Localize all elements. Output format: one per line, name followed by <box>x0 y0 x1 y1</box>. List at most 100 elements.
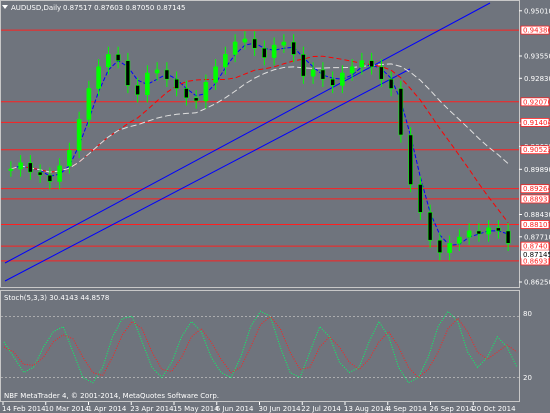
candle-body[interactable] <box>18 162 23 170</box>
level-badge-label: 0.92070 <box>523 98 550 106</box>
candle-body[interactable] <box>427 212 433 241</box>
candle-body[interactable] <box>8 168 14 171</box>
candle-body[interactable] <box>67 150 72 167</box>
candle-body[interactable] <box>310 69 316 77</box>
candle-body[interactable] <box>379 66 384 80</box>
stoch-label: Stoch(5,3,3) 30.4143 44.8578 <box>4 294 109 302</box>
symbol-info: AUDUSD,Daily <box>11 4 61 12</box>
stoch-level-80: 80 <box>523 310 532 318</box>
candle-body[interactable] <box>320 69 326 80</box>
candle-body[interactable] <box>47 174 53 182</box>
ma-fast-line[interactable] <box>10 42 509 246</box>
price-tick-label: 0.89890 <box>524 166 550 174</box>
candle-body[interactable] <box>252 38 257 49</box>
candle-body[interactable] <box>418 184 423 213</box>
candle-body[interactable] <box>271 44 277 58</box>
candle-body[interactable] <box>349 66 355 74</box>
level-badge-label: 0.89264 <box>523 185 550 193</box>
chart-window[interactable]: AUDUSD,Daily 0.87517 0.87603 0.87050 0.8… <box>0 0 550 413</box>
candle-body[interactable] <box>398 88 404 136</box>
stoch-panel-frame <box>0 290 520 402</box>
candle-body[interactable] <box>125 60 131 86</box>
candle-body[interactable] <box>242 38 248 43</box>
moving-averages <box>10 42 509 246</box>
time-tick-label: 15 May 2014 <box>173 405 219 413</box>
price-tick-label: 0.92830 <box>524 75 550 83</box>
candle-body[interactable] <box>505 230 511 244</box>
candle-body[interactable] <box>135 85 140 95</box>
candle-body[interactable] <box>57 165 62 182</box>
candle-body[interactable] <box>369 60 374 68</box>
time-tick-label: 20 Oct 2014 <box>472 405 516 413</box>
time-tick-label: 30 Jun 2014 <box>259 405 302 413</box>
candle-body[interactable] <box>476 230 482 235</box>
candle-body[interactable] <box>203 82 209 102</box>
time-tick-label: 26 Sep 2014 <box>430 405 475 413</box>
candle-body[interactable] <box>496 227 501 232</box>
stoch-level-20: 20 <box>523 374 532 382</box>
candle-body[interactable] <box>96 66 101 89</box>
candle-body[interactable] <box>330 78 335 86</box>
price-tick-label: 0.88430 <box>524 211 550 219</box>
candle-body[interactable] <box>486 227 491 235</box>
candle-body[interactable] <box>174 78 179 89</box>
candle-body[interactable] <box>223 54 228 68</box>
price-tick-label: 0.93550 <box>524 52 550 60</box>
candle-body[interactable] <box>262 47 267 58</box>
candle-body[interactable] <box>447 242 452 253</box>
candle-body[interactable] <box>193 97 199 102</box>
copyright-text: NBF MetaTrader 4, © 2001-2014, MetaQuote… <box>4 392 219 400</box>
candle-body[interactable] <box>37 171 43 176</box>
candle-body[interactable] <box>291 41 296 55</box>
level-badge-label: 0.88933 <box>523 195 550 203</box>
time-tick-label: 10 Mar 2014 <box>45 405 90 413</box>
time-tick-label: 22 Jul 2014 <box>301 405 341 413</box>
price-axis: 0.950100.935500.928300.913800.906300.898… <box>519 7 550 287</box>
candle-body[interactable] <box>466 230 472 238</box>
candle-body[interactable] <box>301 54 306 77</box>
time-tick-label: 4 Sep 2014 <box>387 405 427 413</box>
current-price-label: 0.87145 <box>523 251 550 259</box>
time-tick-label: 23 Apr 2014 <box>130 405 174 413</box>
time-tick-label: 1 Apr 2014 <box>88 405 127 413</box>
level-badge-label: 0.94386 <box>523 27 550 35</box>
candle-body[interactable] <box>145 72 150 95</box>
symbol-arrow-icon <box>2 5 8 9</box>
time-tick-label: 14 Feb 2014 <box>2 405 46 413</box>
candle-body[interactable] <box>115 54 121 61</box>
candle-body[interactable] <box>164 69 170 80</box>
candle-body[interactable] <box>281 41 287 46</box>
candle-body[interactable] <box>86 88 92 120</box>
candle-body[interactable] <box>184 88 189 99</box>
price-tick-label: 0.95010 <box>524 7 550 15</box>
candle-body[interactable] <box>340 72 345 86</box>
candle-body[interactable] <box>388 78 394 89</box>
stoch-signal-line[interactable] <box>3 315 518 379</box>
level-badge-label: 0.88107 <box>523 221 550 229</box>
candle-body[interactable] <box>232 41 238 55</box>
candle-body[interactable] <box>76 119 82 151</box>
time-tick-label: 6 Jun 2014 <box>216 405 254 413</box>
price-tick-label: 0.86250 <box>524 279 550 287</box>
price-chart[interactable]: AUDUSD,Daily 0.87517 0.87603 0.87050 0.8… <box>0 0 550 413</box>
time-axis: 14 Feb 2014 10 Mar 20141 Apr 2014 23 Apr 2… <box>2 402 516 413</box>
candle-body[interactable] <box>408 134 413 185</box>
symbol-header: AUDUSD,Daily 0.87517 0.87603 0.87050 0.8… <box>2 4 185 12</box>
price-tick-label: 0.87710 <box>524 233 550 241</box>
stochastic-lines <box>1 310 519 384</box>
level-badge-label: 0.90523 <box>523 146 550 154</box>
candle-body[interactable] <box>28 162 33 173</box>
ma-long-line[interactable] <box>10 63 509 173</box>
candle-body[interactable] <box>437 239 443 253</box>
candle-body[interactable] <box>154 69 160 74</box>
ma-slow-line[interactable] <box>10 55 509 223</box>
candle-body[interactable] <box>106 54 111 68</box>
candle-body[interactable] <box>213 66 218 83</box>
candle-body[interactable] <box>457 236 462 244</box>
level-badge-label: 0.91404 <box>523 119 550 127</box>
ohlc-values: 0.87517 0.87603 0.87050 0.87145 <box>63 4 185 12</box>
level-badge-label: 0.87407 <box>523 243 550 251</box>
candles <box>8 31 511 261</box>
candle-body[interactable] <box>359 60 365 68</box>
time-tick-label: 13 Aug 2014 <box>344 405 389 413</box>
